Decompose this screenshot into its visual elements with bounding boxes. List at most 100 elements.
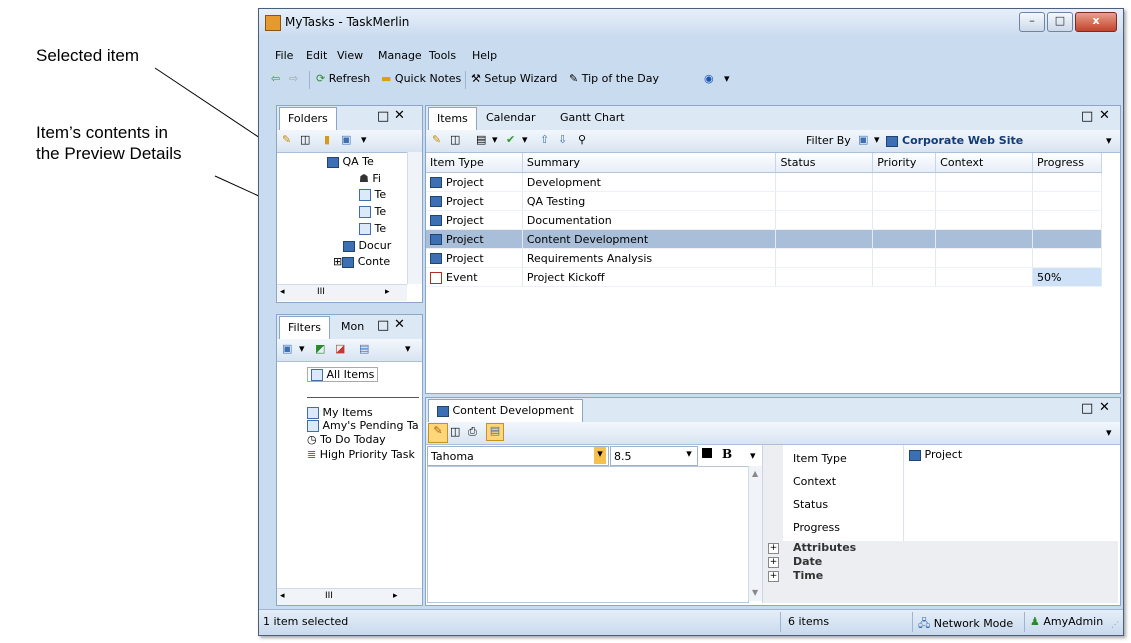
tree-node[interactable]: Docur bbox=[343, 239, 391, 252]
list-item[interactable]: My Items bbox=[307, 406, 373, 419]
setup-wizard-button[interactable]: ⚒ Setup Wizard bbox=[471, 72, 557, 85]
folder-icon[interactable]: ▮ bbox=[324, 133, 330, 146]
filter-icon[interactable]: ▣ bbox=[858, 133, 868, 146]
editor-dropdown-icon[interactable]: ▾ bbox=[750, 449, 756, 462]
notes-textarea[interactable] bbox=[427, 466, 749, 603]
col-progress[interactable]: Progress bbox=[1032, 153, 1102, 173]
menu-file[interactable]: File bbox=[275, 49, 293, 62]
tree-node[interactable]: ☗ Fi bbox=[359, 172, 381, 185]
notes-scrollbar[interactable]: ▲ ▼ bbox=[748, 466, 762, 601]
table-row[interactable]: Project Documentation bbox=[426, 210, 1102, 230]
new-item-icon[interactable]: ▣ bbox=[341, 133, 351, 146]
minimize-button[interactable]: – bbox=[1019, 12, 1045, 32]
forward-icon[interactable]: ⇨ bbox=[289, 72, 298, 85]
tab-preview[interactable]: Content Development bbox=[428, 399, 583, 423]
find-icon[interactable]: ⚲ bbox=[578, 133, 586, 146]
panel-maximize-icon[interactable]: □ bbox=[377, 318, 389, 333]
tree-node[interactable]: ⊞ Conte bbox=[333, 255, 390, 268]
rename-icon[interactable]: ◫ bbox=[300, 133, 310, 146]
size-select[interactable]: 8.5 ▾ bbox=[610, 446, 698, 466]
tip-of-day-button[interactable]: ✎ Tip of the Day bbox=[569, 72, 659, 85]
move-up-icon[interactable]: ⇧ bbox=[540, 133, 549, 146]
status-network-mode[interactable]: 🖧 Network Mode bbox=[918, 615, 1013, 634]
maximize-button[interactable]: □ bbox=[1047, 12, 1073, 32]
expand-date-icon[interactable]: + bbox=[768, 557, 779, 568]
table-row[interactable]: Project Development bbox=[426, 172, 1102, 192]
edit-icon[interactable]: ✎ bbox=[428, 423, 448, 443]
edit-icon[interactable]: ✎ bbox=[432, 133, 441, 146]
list-item[interactable]: All Items bbox=[307, 367, 379, 382]
group-date[interactable]: Date bbox=[793, 555, 822, 568]
panel-close-icon[interactable]: ✕ bbox=[1099, 400, 1110, 415]
font-dropdown-icon[interactable]: ▾ bbox=[594, 447, 606, 464]
col-context[interactable]: Context bbox=[935, 153, 1033, 173]
panel-maximize-icon[interactable]: □ bbox=[1081, 109, 1093, 124]
tree-node[interactable]: Te bbox=[359, 205, 386, 218]
col-summary[interactable]: Summary bbox=[522, 153, 777, 173]
folder-filter-icon[interactable]: ▤ bbox=[359, 342, 369, 355]
tab-filters[interactable]: Filters bbox=[279, 316, 330, 340]
print-icon[interactable]: ⎙ bbox=[468, 425, 477, 439]
help-icon[interactable]: ◉ bbox=[704, 72, 714, 85]
move-down-icon[interactable]: ⇩ bbox=[558, 133, 567, 146]
edit-filter-icon[interactable]: ◩ bbox=[315, 342, 325, 355]
panel-close-icon[interactable]: ✕ bbox=[394, 317, 405, 332]
font-select[interactable]: Tahoma ▾ bbox=[427, 446, 609, 466]
size-dropdown-icon[interactable]: ▾ bbox=[683, 447, 695, 464]
bold-button[interactable]: B bbox=[722, 447, 732, 461]
new-item-dropdown-icon[interactable]: ▾ bbox=[492, 133, 498, 146]
filters-scrollbar-h[interactable]: ◂ III ▸ bbox=[277, 588, 422, 605]
panel-maximize-icon[interactable]: □ bbox=[1081, 401, 1093, 416]
panel-maximize-icon[interactable]: □ bbox=[377, 109, 389, 124]
expand-attributes-icon[interactable]: + bbox=[768, 543, 779, 554]
resize-grip-icon[interactable]: ⋰ bbox=[1111, 620, 1119, 629]
tree-node[interactable]: QA Te bbox=[327, 155, 374, 168]
filter-icon[interactable]: ▣ bbox=[282, 342, 292, 355]
tab-folders[interactable]: Folders bbox=[279, 107, 337, 131]
table-row[interactable]: Event Project Kickoff 50% bbox=[426, 267, 1102, 287]
tab-calendar[interactable]: Calendar bbox=[478, 107, 543, 130]
status-user[interactable]: ♟ AmyAdmin bbox=[1030, 615, 1103, 628]
col-status[interactable]: Status bbox=[775, 153, 874, 173]
table-row[interactable]: Project QA Testing bbox=[426, 191, 1102, 211]
filter-value[interactable]: Corporate Web Site bbox=[902, 134, 1023, 147]
new-item-icon[interactable]: ▤ bbox=[476, 133, 486, 146]
col-priority[interactable]: Priority bbox=[872, 153, 937, 173]
quick-notes-button[interactable]: ▬ Quick Notes bbox=[381, 72, 461, 85]
group-attributes[interactable]: Attributes bbox=[793, 541, 856, 554]
list-item[interactable]: Amy's Pending Ta bbox=[307, 419, 419, 432]
menu-edit[interactable]: Edit bbox=[306, 49, 327, 62]
tab-gantt-chart[interactable]: Gantt Chart bbox=[552, 107, 633, 130]
list-item[interactable]: ◷ To Do Today bbox=[307, 433, 386, 446]
details-view-icon[interactable]: ▤ bbox=[486, 423, 504, 441]
table-row[interactable]: Project Content Development bbox=[426, 229, 1102, 249]
tab-items[interactable]: Items bbox=[428, 107, 477, 131]
prop-item-type-value[interactable]: Project bbox=[909, 448, 962, 461]
close-button[interactable]: x bbox=[1075, 12, 1117, 32]
tree-node[interactable]: Te bbox=[359, 222, 386, 235]
check-icon[interactable]: ✔ bbox=[506, 133, 515, 146]
tab-mon[interactable]: Mon bbox=[333, 316, 372, 339]
filter-dropdown-icon[interactable]: ▾ bbox=[874, 133, 880, 146]
back-icon[interactable]: ⇦ bbox=[271, 72, 280, 85]
panel-close-icon[interactable]: ✕ bbox=[394, 108, 405, 123]
font-color-icon[interactable] bbox=[702, 448, 712, 458]
preview-dropdown-icon[interactable]: ▾ bbox=[1106, 426, 1112, 439]
menu-tools[interactable]: Tools bbox=[429, 49, 456, 62]
filter-value-dropdown-icon[interactable]: ▾ bbox=[1106, 134, 1112, 147]
delete-filter-icon[interactable]: ◪ bbox=[335, 342, 345, 355]
panel-close-icon[interactable]: ✕ bbox=[1099, 108, 1110, 123]
col-item-type[interactable]: Item Type bbox=[426, 153, 523, 173]
list-item[interactable]: ≣ High Priority Task bbox=[307, 448, 415, 461]
refresh-button[interactable]: ⟳ Refresh bbox=[316, 72, 370, 85]
edit-icon[interactable]: ✎ bbox=[282, 133, 291, 146]
table-row[interactable]: Project Requirements Analysis bbox=[426, 248, 1102, 268]
rename-icon[interactable]: ◫ bbox=[450, 425, 460, 438]
rename-icon[interactable]: ◫ bbox=[450, 133, 460, 146]
toolbar-dropdown-icon[interactable]: ▾ bbox=[724, 72, 730, 85]
tree-node[interactable]: Te bbox=[359, 188, 386, 201]
expand-time-icon[interactable]: + bbox=[768, 571, 779, 582]
folders-dropdown-icon[interactable]: ▾ bbox=[361, 133, 367, 146]
menu-help[interactable]: Help bbox=[472, 49, 497, 62]
menu-manage[interactable]: Manage bbox=[378, 49, 422, 62]
